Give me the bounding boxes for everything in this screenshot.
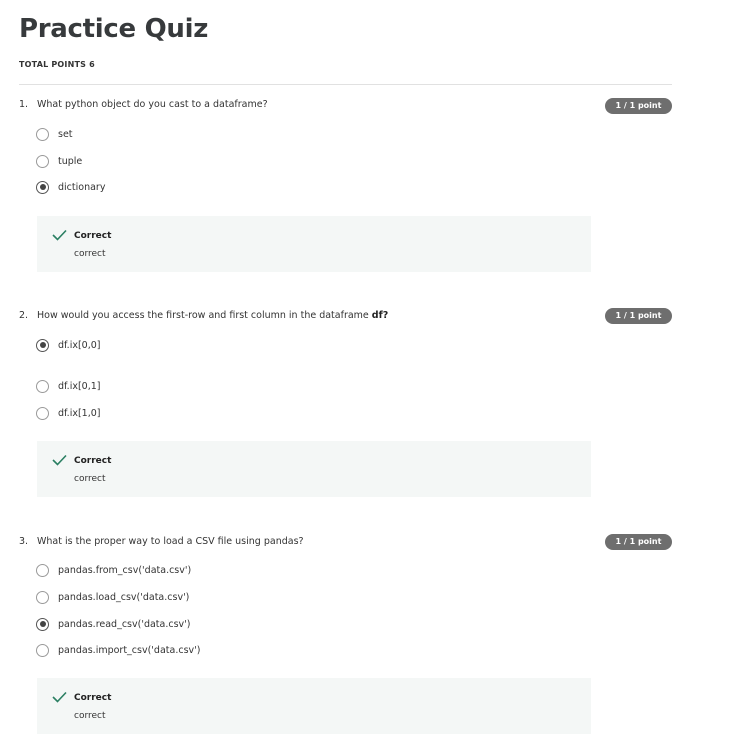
checkmark-icon: [52, 691, 67, 703]
feedback-text: correct: [74, 711, 106, 721]
feedback-text: correct: [74, 249, 106, 259]
quiz-page: Practice Quiz TOTAL POINTS 6 1. What pyt…: [0, 0, 743, 752]
radio-button[interactable]: [36, 643, 49, 657]
option-label: pandas.from_csv('data.csv'): [58, 564, 192, 576]
option-label: pandas.load_csv('data.csv'): [58, 591, 190, 603]
option-label: tuple: [58, 155, 83, 167]
checkmark-icon: [52, 454, 67, 466]
feedback-text: correct: [74, 474, 106, 484]
option-label: df.ix[1,0]: [58, 407, 101, 419]
question-number: 2.: [19, 310, 29, 321]
feedback-title: Correct: [74, 231, 112, 241]
feedback-box: Correct correct: [37, 678, 591, 734]
radio-button[interactable]: [36, 563, 49, 577]
option-label: df.ix[0,1]: [58, 380, 101, 392]
feedback-box: Correct correct: [37, 441, 591, 497]
option-set[interactable]: set: [36, 126, 73, 142]
score-badge: 1 / 1 point: [605, 308, 672, 324]
question-number: 3.: [19, 536, 29, 547]
question-text: How would you access the first-row and f…: [37, 310, 389, 321]
option-label: df.ix[0,0]: [58, 339, 101, 351]
page-title: Practice Quiz: [19, 14, 209, 44]
option-df-ix-0-1[interactable]: df.ix[0,1]: [36, 378, 101, 394]
option-label: pandas.import_csv('data.csv'): [58, 644, 201, 656]
radio-button[interactable]: [36, 154, 49, 168]
option-from-csv[interactable]: pandas.from_csv('data.csv'): [36, 562, 191, 578]
option-read-csv[interactable]: pandas.read_csv('data.csv'): [36, 616, 190, 632]
total-points: TOTAL POINTS 6: [19, 60, 95, 69]
option-import-csv[interactable]: pandas.import_csv('data.csv'): [36, 642, 200, 658]
question-text: What is the proper way to load a CSV fil…: [37, 536, 304, 547]
question-text: What python object do you cast to a data…: [37, 99, 268, 110]
radio-button-selected[interactable]: [36, 617, 49, 631]
option-load-csv[interactable]: pandas.load_csv('data.csv'): [36, 589, 189, 605]
feedback-box: Correct correct: [37, 216, 591, 272]
checkmark-icon: [52, 229, 67, 241]
option-tuple[interactable]: tuple: [36, 153, 82, 169]
question-number: 1.: [19, 99, 29, 110]
option-dictionary[interactable]: dictionary: [36, 179, 105, 195]
option-label: pandas.read_csv('data.csv'): [58, 618, 191, 630]
radio-button[interactable]: [36, 406, 49, 420]
radio-button-selected[interactable]: [36, 338, 49, 352]
score-badge: 1 / 1 point: [605, 98, 672, 114]
feedback-title: Correct: [74, 693, 112, 703]
option-label: set: [58, 128, 73, 140]
feedback-title: Correct: [74, 456, 112, 466]
radio-button[interactable]: [36, 379, 49, 393]
radio-button-selected[interactable]: [36, 180, 49, 194]
score-badge: 1 / 1 point: [605, 534, 672, 550]
radio-button[interactable]: [36, 590, 49, 604]
header-divider: [19, 84, 672, 85]
option-df-ix-0-0[interactable]: df.ix[0,0]: [36, 337, 101, 353]
option-label: dictionary: [58, 181, 106, 193]
radio-button[interactable]: [36, 127, 49, 141]
option-df-ix-1-0[interactable]: df.ix[1,0]: [36, 405, 101, 421]
